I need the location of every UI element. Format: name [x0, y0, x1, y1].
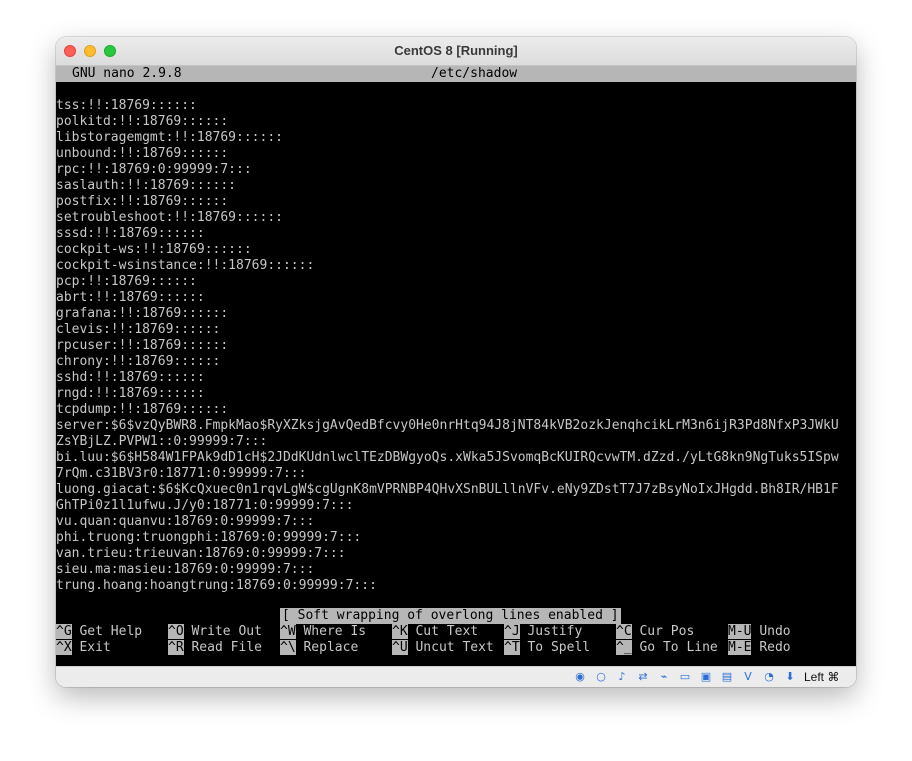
nano-header: GNU nano 2.9.8 /etc/shadow — [56, 66, 856, 82]
editor-line: polkitd:!!:18769:::::: — [56, 114, 229, 129]
editor-line: grafana:!!:18769:::::: — [56, 306, 229, 321]
shortcut-label: Exit — [79, 640, 111, 655]
editor-line: GhTPi0z1l1ufwu.J/y0:18771:0:99999:7::: — [56, 498, 354, 513]
editor-line: phi.truong:truongphi:18769:0:99999:7::: — [56, 530, 362, 545]
optical-drive-icon[interactable]: ◉ — [573, 670, 587, 684]
shortcut-item: ^\ Replace — [280, 640, 358, 656]
floppy-icon[interactable]: ○ — [594, 670, 608, 684]
shortcut-item: ^_ Go To Line — [616, 640, 718, 656]
shortcut-label: Go To Line — [639, 640, 718, 655]
shortcut-item: M-E Redo — [728, 640, 791, 656]
editor-line: sieu.ma:masieu:18769:0:99999:7::: — [56, 562, 315, 577]
editor-line: abrt:!!:18769:::::: — [56, 290, 205, 305]
shortcut-item: ^O Write Out — [168, 624, 262, 640]
shortcut-label: Get Help — [79, 624, 143, 639]
shortcut-item: ^T To Spell — [504, 640, 590, 656]
shortcut-item: ^J Justify — [504, 624, 582, 640]
shortcut-key: ^\ — [280, 640, 296, 655]
editor-line: tcpdump:!!:18769:::::: — [56, 402, 229, 417]
editor-line: cockpit-ws:!!:18769:::::: — [56, 242, 252, 257]
shortcut-label: Cur Pos — [639, 624, 695, 639]
shortcut-item: ^K Cut Text — [392, 624, 478, 640]
editor-line: unbound:!!:18769:::::: — [56, 146, 229, 161]
vm-screen[interactable]: GNU nano 2.9.8 /etc/shadow tss:!!:18769:… — [56, 66, 856, 666]
shortcut-item: ^R Read File — [168, 640, 262, 656]
editor-line: server:$6$vzQyBWR8.FmpkMao$RyXZksjgAvQed… — [56, 418, 839, 433]
shortcut-item: ^X Exit — [56, 640, 111, 656]
shortcut-item: ^W Where Is — [280, 624, 366, 640]
recording-icon[interactable]: ▤ — [720, 670, 734, 684]
cpu-icon[interactable]: ◔ — [762, 670, 776, 684]
virtualization-icon[interactable]: V — [741, 670, 755, 684]
shortcut-label: Redo — [759, 640, 791, 655]
nano-filename: /etc/shadow — [431, 66, 518, 81]
shortcut-label: To Spell — [527, 640, 591, 655]
shortcut-label: Uncut Text — [415, 640, 494, 655]
editor-line: 7rQm.c31BV3r0:18771:0:99999:7::: — [56, 466, 307, 481]
shared-folders-icon[interactable]: ▭ — [678, 670, 692, 684]
editor-line: vu.quan:quanvu:18769:0:99999:7::: — [56, 514, 315, 529]
display-icon[interactable]: ▣ — [699, 670, 713, 684]
mouse-integration-icon[interactable]: ⬇ — [783, 670, 797, 684]
editor-line: tss:!!:18769:::::: — [56, 98, 197, 113]
shortcut-item: ^G Get Help — [56, 624, 142, 640]
shortcut-key: ^O — [168, 624, 184, 639]
editor-line: trung.hoang:hoangtrung:18769:0:99999:7::… — [56, 578, 377, 593]
network-icon[interactable]: ⇄ — [636, 670, 650, 684]
shortcut-key: M-U — [728, 624, 752, 639]
shortcut-label: Read File — [191, 640, 262, 655]
editor-line: rpc:!!:18769:0:99999:7::: — [56, 162, 252, 177]
shortcut-label: Cut Text — [415, 624, 479, 639]
usb-icon[interactable]: ⌁ — [657, 670, 671, 684]
window-title: CentOS 8 [Running] — [394, 43, 518, 58]
vm-status-bar: ◉ ○ ♪ ⇄ ⌁ ▭ ▣ ▤ V ◔ ⬇ Left ⌘ — [56, 666, 856, 687]
editor-line: rngd:!!:18769:::::: — [56, 386, 205, 401]
shortcut-key: ^U — [392, 640, 408, 655]
shortcut-label: Write Out — [191, 624, 262, 639]
shortcut-key: ^R — [168, 640, 184, 655]
editor-line: luong.giacat:$6$KcQxuec0n1rqvLgW$cgUgnK8… — [56, 482, 839, 497]
host-key-label: Left ⌘ — [804, 670, 840, 684]
editor-line: postfix:!!:18769:::::: — [56, 194, 229, 209]
shortcut-label: Undo — [759, 624, 791, 639]
title-bar[interactable]: CentOS 8 [Running] — [56, 37, 856, 66]
shortcut-key: M-E — [728, 640, 752, 655]
shortcut-key: ^G — [56, 624, 72, 639]
shortcut-label: Justify — [527, 624, 583, 639]
shortcut-label: Replace — [303, 640, 359, 655]
editor-line: sshd:!!:18769:::::: — [56, 370, 205, 385]
editor-line: libstoragemgmt:!!:18769:::::: — [56, 130, 283, 145]
editor-line: saslauth:!!:18769:::::: — [56, 178, 237, 193]
editor-line: pcp:!!:18769:::::: — [56, 274, 197, 289]
shortcut-key: ^K — [392, 624, 408, 639]
shortcut-key: ^J — [504, 624, 520, 639]
shortcut-key: ^C — [616, 624, 632, 639]
shortcut-item: ^U Uncut Text — [392, 640, 494, 656]
audio-icon[interactable]: ♪ — [615, 670, 629, 684]
nano-version: GNU nano 2.9.8 — [72, 66, 182, 81]
editor-line: setroubleshoot:!!:18769:::::: — [56, 210, 283, 225]
editor-line: sssd:!!:18769:::::: — [56, 226, 205, 241]
editor-line: bi.luu:$6$H584W1FPAk9dD1cH$2JDdKUdnlwclT… — [56, 450, 839, 465]
shortcut-item: ^C Cur Pos — [616, 624, 694, 640]
shortcut-label: Where Is — [303, 624, 367, 639]
editor-line: ZsYBjLZ.PVPW1::0:99999:7::: — [56, 434, 268, 449]
virtualbox-window: CentOS 8 [Running] GNU nano 2.9.8 /etc/s… — [56, 37, 856, 687]
editor-line: rpcuser:!!:18769:::::: — [56, 338, 229, 353]
shortcut-key: ^_ — [616, 640, 632, 655]
editor-line: clevis:!!:18769:::::: — [56, 322, 221, 337]
nano-status-message: [ Soft wrapping of overlong lines enable… — [280, 608, 621, 624]
editor-line: chrony:!!:18769:::::: — [56, 354, 221, 369]
shortcut-item: M-U Undo — [728, 624, 791, 640]
editor-line: van.trieu:trieuvan:18769:0:99999:7::: — [56, 546, 346, 561]
shortcut-key: ^X — [56, 640, 72, 655]
editor-line: cockpit-wsinstance:!!:18769:::::: — [56, 258, 315, 273]
shortcut-key: ^T — [504, 640, 520, 655]
shortcut-key: ^W — [280, 624, 296, 639]
